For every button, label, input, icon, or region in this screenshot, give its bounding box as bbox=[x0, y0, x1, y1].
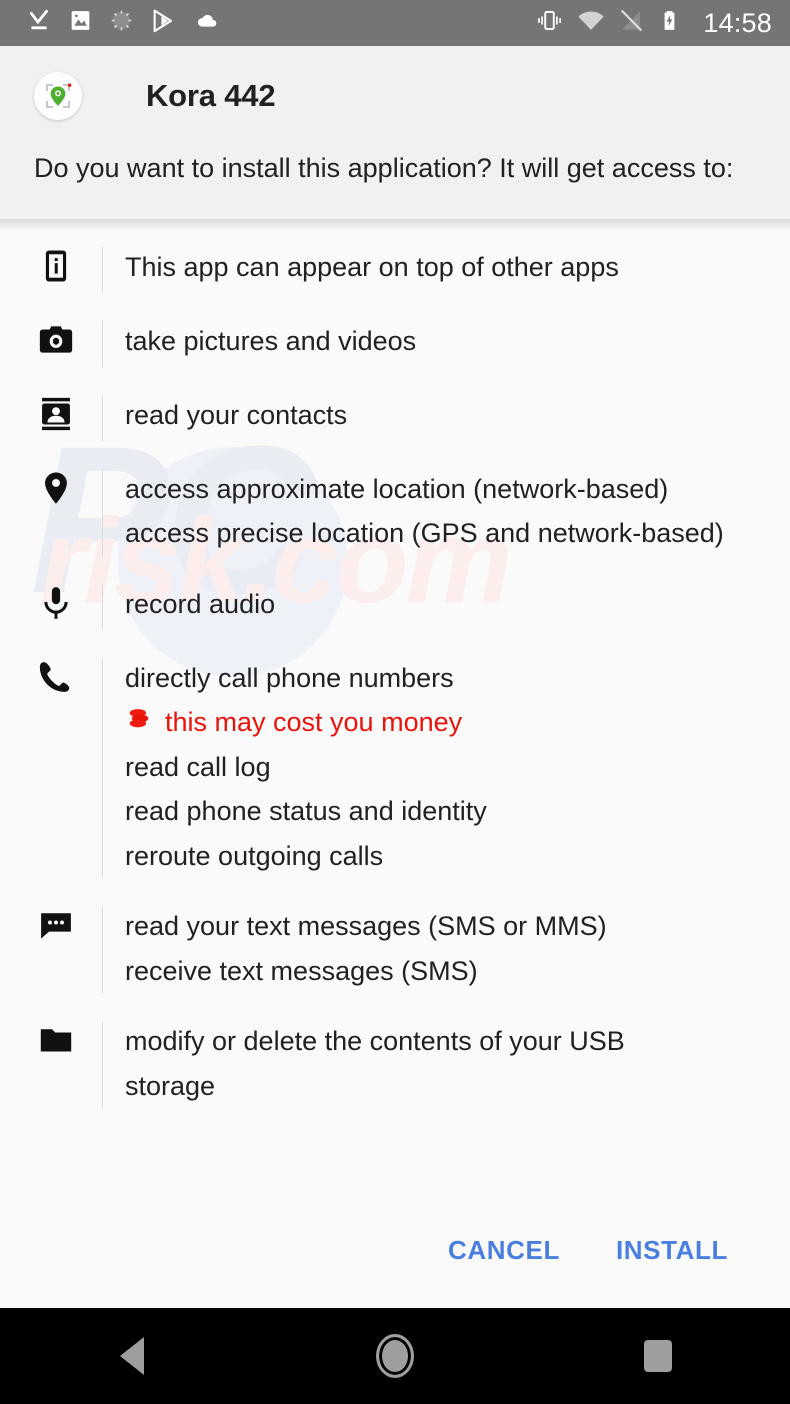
android-install-permissions-screen: 14:58 Kora 442 Do you want to install th… bbox=[0, 0, 790, 1404]
permission-divider bbox=[102, 657, 103, 879]
permission-text-block: directly call phone numbers this may cos… bbox=[125, 656, 770, 879]
permission-line: read phone status and identity bbox=[125, 796, 487, 827]
install-prompt-text: Do you want to install this application?… bbox=[34, 153, 734, 183]
nav-recents-button[interactable] bbox=[598, 1308, 718, 1404]
status-bar-system-icons: 14:58 bbox=[536, 7, 772, 40]
permission-divider bbox=[102, 320, 103, 367]
permission-text-block: This app can appear on top of other apps bbox=[125, 245, 770, 290]
list-item: This app can appear on top of other apps bbox=[0, 245, 790, 293]
list-item: read your contacts bbox=[0, 393, 790, 441]
sms-message-icon bbox=[34, 904, 78, 948]
android-navigation-bar bbox=[0, 1308, 790, 1404]
contacts-icon bbox=[34, 393, 78, 437]
dialog-button-bar: CANCEL INSTALL bbox=[0, 1205, 790, 1308]
permission-text-block: record audio bbox=[125, 582, 770, 627]
list-item: record audio bbox=[0, 582, 790, 630]
camera-icon bbox=[34, 319, 78, 363]
recents-square-icon bbox=[644, 1340, 673, 1372]
list-item: access approximate location (network-bas… bbox=[0, 467, 790, 556]
nav-back-button[interactable] bbox=[72, 1308, 192, 1404]
permission-divider bbox=[102, 394, 103, 441]
permissions-list: This app can appear on top of other apps… bbox=[0, 219, 790, 1109]
permission-divider bbox=[102, 1021, 103, 1109]
download-complete-icon bbox=[26, 8, 52, 39]
screenshot-image-icon bbox=[68, 8, 93, 38]
dialog-header: Kora 442 Do you want to install this app… bbox=[0, 46, 790, 219]
app-title: Kora 442 bbox=[146, 78, 276, 113]
permission-line: take pictures and videos bbox=[125, 325, 417, 356]
battery-charging-icon bbox=[658, 9, 681, 37]
permission-line-clipped: storage bbox=[125, 1070, 216, 1101]
list-item: modify or delete the contents of your US… bbox=[0, 1019, 790, 1109]
app-identity-row: Kora 442 bbox=[34, 72, 756, 120]
microphone-icon bbox=[34, 582, 78, 626]
permission-text-block: modify or delete the contents of your US… bbox=[125, 1019, 770, 1108]
home-circle-icon bbox=[375, 1334, 414, 1378]
coins-icon bbox=[125, 700, 153, 745]
permission-divider bbox=[102, 246, 103, 293]
no-signal-icon bbox=[619, 8, 644, 38]
permission-text-block: read your contacts bbox=[125, 393, 770, 438]
list-item: directly call phone numbers this may cos… bbox=[0, 656, 790, 879]
back-triangle-icon bbox=[119, 1337, 144, 1375]
permission-line: access precise location (GPS and network… bbox=[125, 518, 724, 549]
permission-line: read your contacts bbox=[125, 399, 348, 430]
wifi-icon bbox=[577, 7, 605, 40]
permission-divider bbox=[102, 468, 103, 556]
permission-line: reroute outgoing calls bbox=[125, 840, 384, 871]
cancel-button[interactable]: CANCEL bbox=[438, 1227, 570, 1274]
install-button[interactable]: INSTALL bbox=[606, 1227, 738, 1274]
permission-line: record audio bbox=[125, 588, 276, 619]
phone-call-icon bbox=[34, 656, 78, 700]
permission-text-block: read your text messages (SMS or MMS) rec… bbox=[125, 904, 770, 993]
location-pin-icon bbox=[34, 467, 78, 511]
permission-line: access approximate location (network-bas… bbox=[125, 473, 669, 504]
permission-text-block: access approximate location (network-bas… bbox=[125, 467, 770, 556]
warning-text: this may cost you money bbox=[165, 707, 463, 738]
status-bar: 14:58 bbox=[0, 0, 790, 46]
appear-on-top-icon bbox=[34, 245, 78, 289]
nav-home-button[interactable] bbox=[335, 1308, 455, 1404]
permission-line: modify or delete the contents of your US… bbox=[125, 1026, 625, 1057]
google-play-icon bbox=[150, 8, 176, 39]
cloud-icon bbox=[192, 7, 219, 39]
permission-line: read your text messages (SMS or MMS) bbox=[125, 911, 607, 942]
permission-text-block: take pictures and videos bbox=[125, 319, 770, 364]
folder-storage-icon bbox=[34, 1019, 78, 1063]
permission-divider bbox=[102, 906, 103, 994]
permissions-scroll-area[interactable]: PC risk.com This app can appear on top o… bbox=[0, 218, 790, 1205]
vibrate-mode-icon bbox=[536, 7, 563, 39]
list-item: take pictures and videos bbox=[0, 319, 790, 367]
status-bar-clock: 14:58 bbox=[703, 7, 772, 38]
list-item: read your text messages (SMS or MMS) rec… bbox=[0, 904, 790, 994]
permission-warning-line: this may cost you money bbox=[125, 700, 770, 745]
permission-divider bbox=[102, 583, 103, 630]
permission-line: directly call phone numbers bbox=[125, 662, 454, 693]
permission-line: receive text messages (SMS) bbox=[125, 955, 478, 986]
kora-app-icon bbox=[34, 72, 82, 120]
permission-line: read call log bbox=[125, 751, 271, 782]
status-bar-notification-icons bbox=[26, 7, 219, 39]
loading-spinner-icon bbox=[109, 8, 134, 38]
permission-line: This app can appear on top of other apps bbox=[125, 251, 619, 282]
